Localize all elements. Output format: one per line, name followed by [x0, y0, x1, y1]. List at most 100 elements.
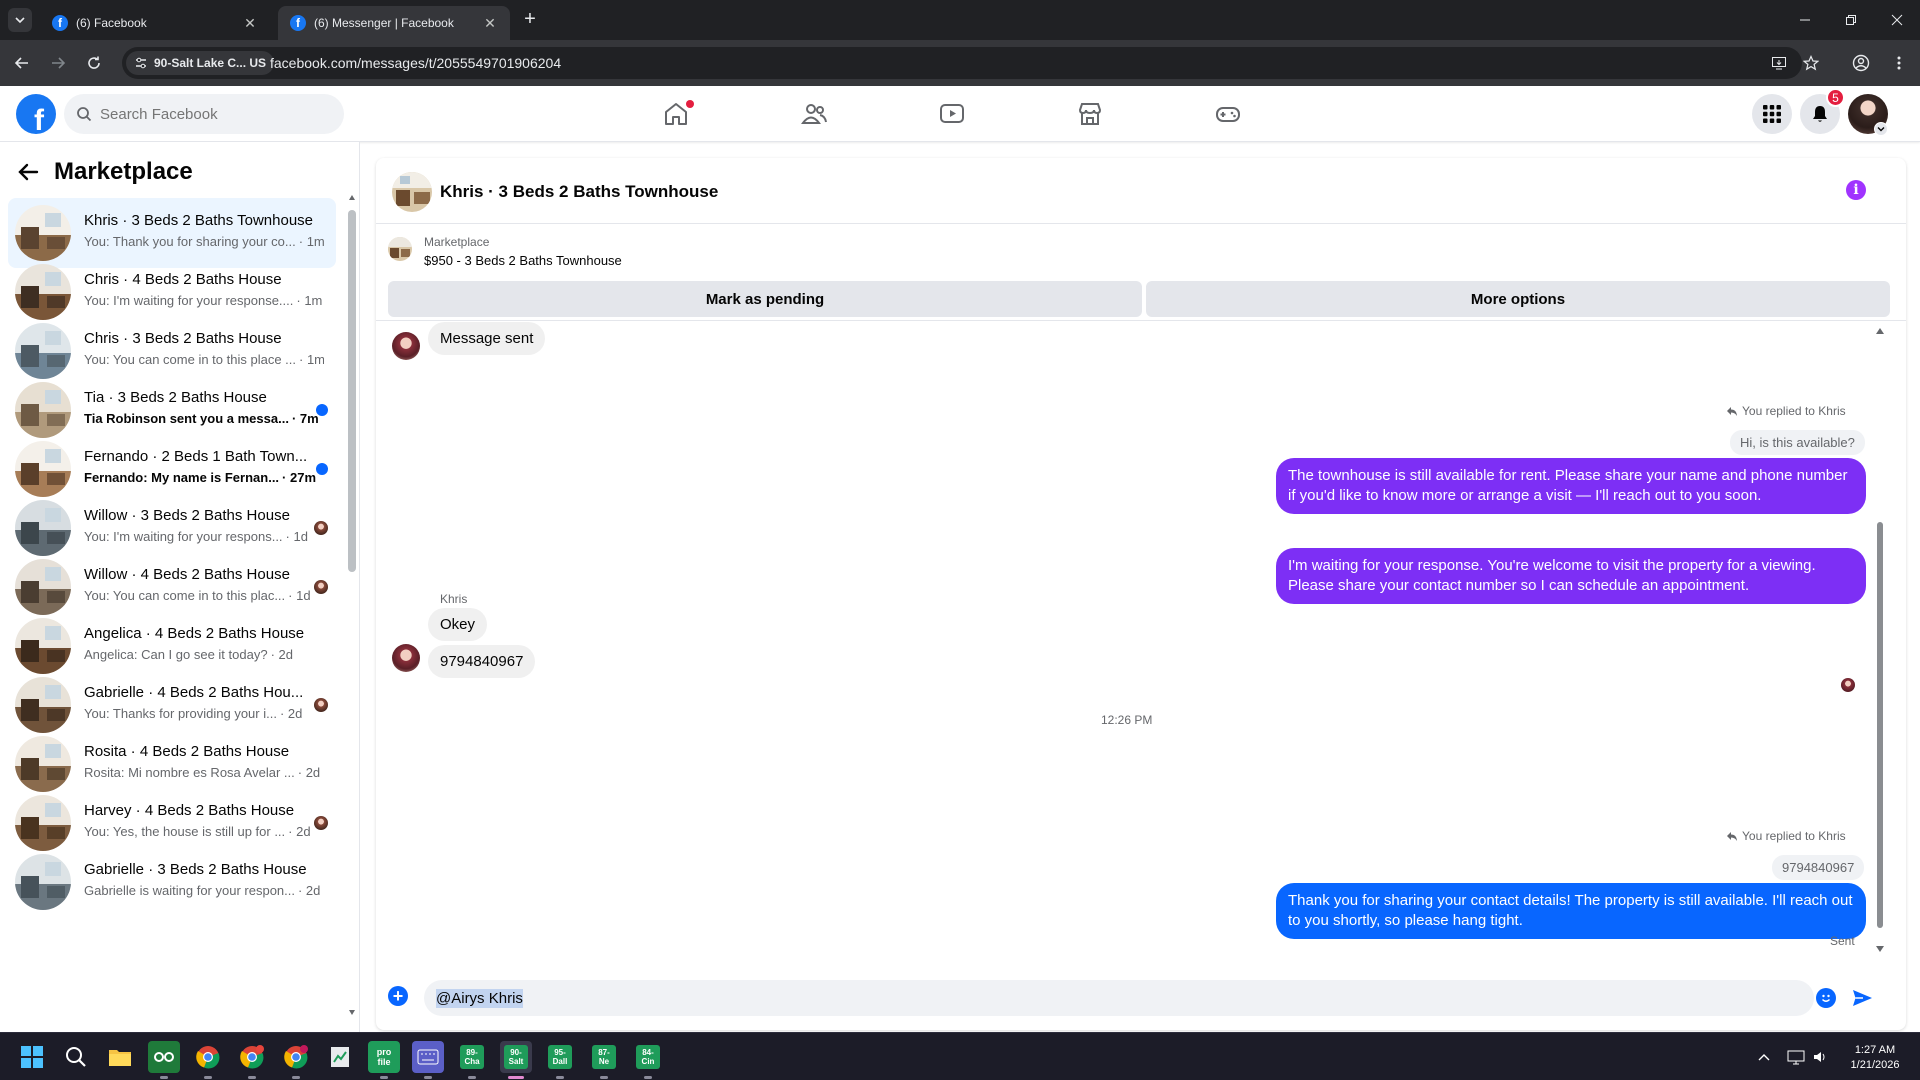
sidebar-scrollbar-thumb[interactable]: [348, 210, 356, 572]
conversation-snippet: You: I'm waiting for your respons... · 1d: [84, 529, 324, 544]
mark-as-pending-button[interactable]: Mark as pending: [388, 281, 1142, 317]
taskbar-app-button[interactable]: [324, 1041, 356, 1073]
profile-button[interactable]: [1850, 52, 1872, 74]
house-photo-icon: [15, 559, 71, 615]
chat-listing-avatar[interactable]: [392, 172, 432, 212]
gaming-icon: [1216, 107, 1240, 122]
address-bar[interactable]: 90-Salt Lake C... US facebook.com/messag…: [122, 47, 1802, 79]
site-info-chip[interactable]: 90-Salt Lake C... US: [126, 51, 275, 75]
restore-button[interactable]: [1828, 0, 1874, 40]
install-app-button[interactable]: [1768, 52, 1790, 74]
incoming-message[interactable]: Okey: [428, 608, 488, 641]
snippet-text: Angelica: Can I go see it today?: [84, 647, 268, 662]
taskbar-app-button[interactable]: [148, 1041, 180, 1079]
close-icon[interactable]: ✕: [482, 15, 498, 31]
url-text[interactable]: facebook.com/messages/t/2055549701906204: [270, 55, 561, 71]
taskbar-profile-app[interactable]: 89- Cha: [456, 1041, 488, 1079]
tab-facebook[interactable]: f (6) Facebook ✕: [40, 6, 270, 40]
quoted-message[interactable]: 9794840967: [1772, 855, 1865, 880]
tab-messenger[interactable]: f (6) Messenger | Facebook ✕: [278, 6, 510, 40]
start-button[interactable]: [16, 1041, 48, 1073]
snippet-text: Gabrielle is waiting for your respon...: [84, 883, 295, 898]
thread-scrollbar-thumb[interactable]: [1877, 522, 1883, 928]
scroll-up-icon[interactable]: [1876, 326, 1884, 336]
house-photo-icon: [15, 736, 71, 792]
snippet-time: · 2d: [279, 706, 303, 721]
snippet-text: Fernando: My name is Fernan...: [84, 470, 280, 485]
conversation-thumbnail: [15, 677, 71, 733]
incoming-message[interactable]: 9794840967: [428, 645, 536, 678]
network-icon-button[interactable]: [1786, 1047, 1806, 1067]
tab-title: (6) Facebook: [76, 16, 147, 30]
back-button[interactable]: [10, 51, 34, 75]
account-menu-chevron[interactable]: [1874, 122, 1888, 136]
taskbar-profile-app[interactable]: 90- Salt: [500, 1041, 532, 1079]
outgoing-message[interactable]: I'm waiting for your response. You're we…: [1276, 548, 1866, 604]
conversation-name: Tia · 3 Beds 2 Baths House: [84, 389, 267, 406]
snippet-text: Tia Robinson sent you a messa...: [84, 411, 289, 426]
emoji-button[interactable]: [1816, 988, 1836, 1008]
taskbar-app-button[interactable]: [412, 1041, 444, 1079]
site-chip-label: 90-Salt Lake C... US: [154, 56, 267, 70]
outgoing-message[interactable]: Thank you for sharing your contact detai…: [1276, 883, 1866, 939]
search-input[interactable]: [100, 105, 320, 123]
new-tab-button[interactable]: +: [520, 9, 540, 29]
snippet-time: · 1d: [285, 529, 308, 544]
running-indicator: [424, 1076, 432, 1079]
chrome-button[interactable]: [192, 1041, 224, 1079]
close-icon[interactable]: ✕: [242, 15, 258, 31]
taskbar-profile-app[interactable]: 87- Ne: [588, 1041, 620, 1079]
taskbar-profile-app[interactable]: 84- Cin: [632, 1041, 664, 1079]
volume-button[interactable]: [1810, 1047, 1830, 1067]
listing-title[interactable]: $950 - 3 Beds 2 Baths Townhouse: [424, 253, 622, 268]
show-hidden-icons-button[interactable]: [1754, 1047, 1774, 1067]
file-explorer-button[interactable]: [104, 1041, 136, 1073]
quoted-message[interactable]: Hi, is this available?: [1730, 430, 1865, 455]
mention-text[interactable]: @Airys Khris: [436, 988, 523, 1008]
search-box[interactable]: [64, 94, 344, 134]
nav-marketplace[interactable]: [1034, 86, 1146, 142]
nav-home[interactable]: [620, 86, 732, 142]
snippet-text: You: I'm waiting for your respons...: [84, 529, 283, 544]
taskbar-profile-app[interactable]: 95- Dall: [544, 1041, 576, 1079]
send-button[interactable]: [1850, 986, 1874, 1010]
bookmark-button[interactable]: [1800, 52, 1822, 74]
chat-title[interactable]: Khris · 3 Beds 2 Baths Townhouse: [440, 182, 718, 202]
reply-icon: [1727, 407, 1737, 416]
house-photo-icon: [388, 237, 412, 261]
sender-avatar[interactable]: [392, 332, 420, 360]
facebook-logo[interactable]: f: [16, 94, 56, 134]
tab-search-button[interactable]: [8, 8, 32, 32]
clock-date: 1/21/2026: [1850, 1059, 1900, 1071]
sent-status: Sent: [1830, 934, 1855, 948]
conversation-info-button[interactable]: i: [1846, 180, 1866, 200]
chrome-profile-button[interactable]: [280, 1041, 312, 1079]
minimize-button[interactable]: [1782, 0, 1828, 40]
conversation-item[interactable]: Gabrielle · 3 Beds 2 Baths House Gabriell…: [8, 847, 336, 917]
taskbar-search-button[interactable]: [60, 1041, 92, 1073]
system-clock[interactable]: 1:27 AM 1/21/2026: [1840, 1043, 1910, 1073]
more-options-button[interactable]: More options: [1146, 281, 1890, 317]
folder-icon: [109, 1050, 131, 1066]
menu-button[interactable]: [1752, 94, 1792, 134]
outgoing-message[interactable]: The townhouse is still available for ren…: [1276, 458, 1866, 514]
nav-gaming[interactable]: [1172, 86, 1284, 142]
more-actions-button[interactable]: +: [388, 986, 408, 1006]
incoming-message[interactable]: Message sent: [428, 322, 546, 355]
reply-note-text: You replied to Khris: [1742, 404, 1846, 418]
conversation-thumbnail: [15, 795, 71, 851]
message-input[interactable]: @Airys Khris: [424, 980, 1814, 1016]
nav-video[interactable]: [896, 86, 1008, 142]
nav-friends[interactable]: [758, 86, 870, 142]
close-window-button[interactable]: [1874, 0, 1920, 40]
sender-avatar[interactable]: [392, 644, 420, 672]
chrome-profile-button[interactable]: [236, 1041, 268, 1079]
scroll-down-icon[interactable]: [1876, 944, 1884, 954]
forward-button[interactable]: [46, 51, 70, 75]
listing-thumbnail[interactable]: [388, 237, 412, 261]
browser-menu-button[interactable]: [1888, 52, 1910, 74]
chrome-icon: [284, 1045, 308, 1069]
arrow-left-icon[interactable]: [16, 160, 40, 184]
taskbar-app-pro-file[interactable]: pro file: [368, 1041, 400, 1079]
reload-button[interactable]: [82, 51, 106, 75]
